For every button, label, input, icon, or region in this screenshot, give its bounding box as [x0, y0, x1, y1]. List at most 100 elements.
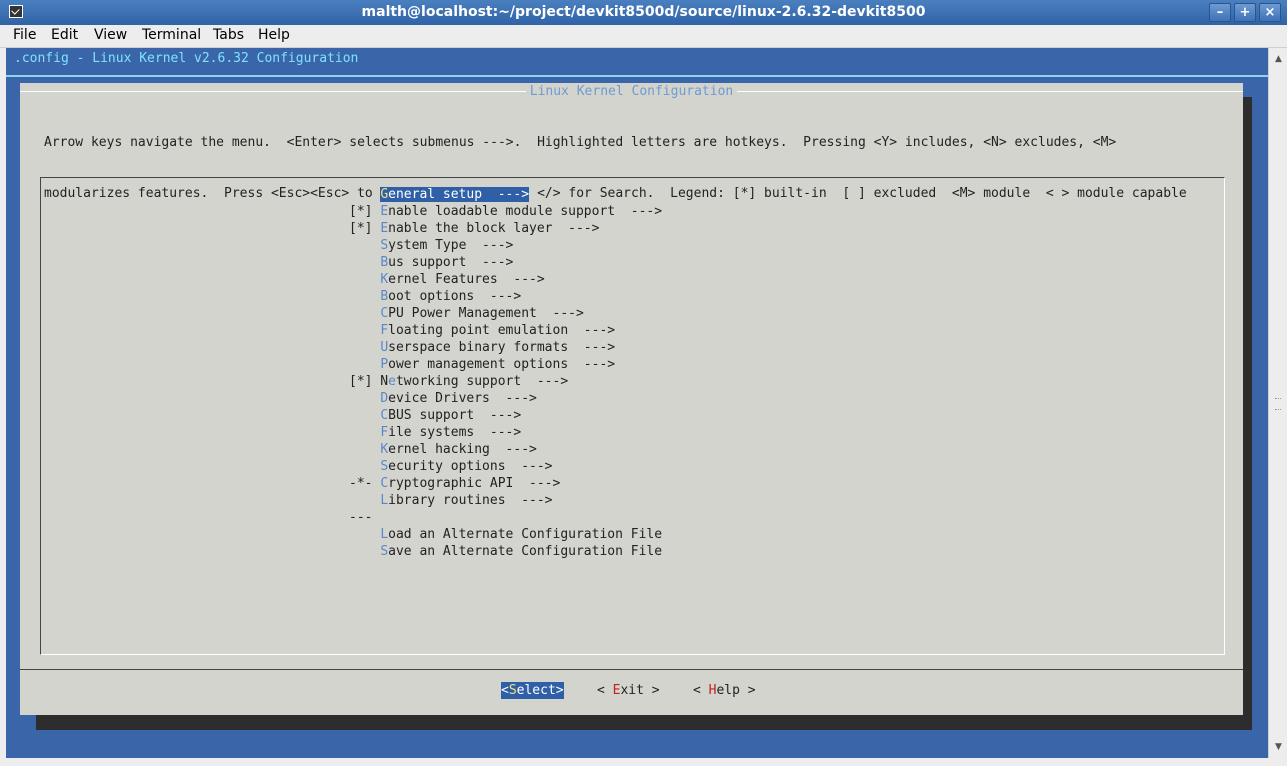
minimize-button[interactable]: –: [1209, 3, 1231, 22]
scroll-up-icon[interactable]: ▲: [1269, 52, 1287, 66]
menu-item-label: Save an Alternate Configuration File: [380, 544, 662, 559]
menu-item[interactable]: Load an Alternate Configuration File: [349, 526, 662, 543]
vertical-scrollbar[interactable]: ▲ ▼: [1268, 48, 1287, 758]
menu-item[interactable]: Save an Alternate Configuration File: [349, 543, 662, 560]
menu-item-text: eneral setup --->: [388, 187, 530, 202]
close-button[interactable]: ×: [1259, 3, 1281, 22]
menu-item-prefix: [349, 340, 380, 355]
menu-item-label: Enable loadable module support --->: [380, 204, 662, 219]
menu-item-prefix: [349, 425, 380, 440]
menu-terminal[interactable]: Terminal: [142, 27, 201, 43]
button-row: <Select> < Exit > < Help >: [20, 682, 1243, 699]
menu-item[interactable]: Userspace binary formats --->: [349, 339, 662, 356]
menu-item-text: oad an Alternate Configuration File: [388, 527, 663, 542]
menu-item[interactable]: CBUS support --->: [349, 407, 662, 424]
menu-item-label: Cryptographic API --->: [380, 476, 560, 491]
menu-item-prefix: [349, 306, 380, 321]
menu-item[interactable]: Power management options --->: [349, 356, 662, 373]
menu-item-prefix: [*] N: [349, 374, 389, 389]
menu-item-label: Device Drivers --->: [380, 391, 537, 406]
menu-item[interactable]: System Type --->: [349, 237, 662, 254]
menu-item[interactable]: Kernel hacking --->: [349, 441, 662, 458]
menu-item-hotkey: L: [380, 493, 389, 508]
menu-item-prefix: [349, 289, 380, 304]
menu-item-hotkey: E: [380, 221, 389, 236]
menu-item-label: CPU Power Management --->: [380, 306, 584, 321]
menu-item-prefix: [349, 442, 380, 457]
menu-item-hotkey: C: [380, 476, 389, 491]
menu-item-label: System Type --->: [380, 238, 513, 253]
menu-item-hotkey: S: [380, 459, 389, 474]
menu-item-text: tworking support --->: [395, 374, 569, 389]
menu-item-hotkey: S: [380, 238, 389, 253]
menu-item-prefix: [349, 391, 380, 406]
menu-item[interactable]: [*] Enable loadable module support --->: [349, 203, 662, 220]
header-rule: [6, 75, 1268, 77]
menu-item-hotkey: C: [380, 306, 389, 321]
menu-item-hotkey: C: [380, 408, 389, 423]
menu-item-prefix: [349, 544, 380, 559]
menu-item-hotkey: F: [380, 425, 389, 440]
menu-item-label: Kernel hacking --->: [380, 442, 537, 457]
menu-item-label: Library routines --->: [380, 493, 552, 508]
menu-list: General setup ---> [*] Enable loadable mo…: [349, 186, 662, 560]
menu-item-text: ystem Type --->: [388, 238, 514, 253]
menu-item-hotkey: E: [380, 204, 389, 219]
scroll-grip[interactable]: [1275, 398, 1281, 410]
maximize-button[interactable]: +: [1234, 3, 1256, 22]
menu-item[interactable]: [*] Networking support --->: [349, 373, 662, 390]
menu-item-hotkey: K: [380, 272, 389, 287]
menu-item[interactable]: Boot options --->: [349, 288, 662, 305]
menu-item-prefix: [349, 255, 380, 270]
menu-item-hotkey: F: [380, 323, 389, 338]
menu-item-hotkey: S: [380, 544, 389, 559]
select-button[interactable]: <Select>: [501, 682, 564, 699]
menu-item-text: nable loadable module support --->: [388, 204, 663, 219]
window-titlebar[interactable]: malth@localhost:~/project/devkit8500d/so…: [0, 0, 1287, 26]
menu-item-text: ernel hacking --->: [388, 442, 537, 457]
menu-item-prefix: [*]: [349, 221, 381, 236]
menu-item-label: General setup --->: [380, 187, 530, 202]
menu-help[interactable]: Help: [258, 27, 290, 43]
menu-item[interactable]: Floating point emulation --->: [349, 322, 662, 339]
menu-item[interactable]: -*- Cryptographic API --->: [349, 475, 662, 492]
menu-file[interactable]: File: [13, 27, 36, 43]
menu-item-prefix: -*-: [349, 476, 381, 491]
menu-item-prefix: [349, 493, 380, 508]
menu-item[interactable]: CPU Power Management --->: [349, 305, 662, 322]
menu-tabs[interactable]: Tabs: [213, 27, 244, 43]
menu-box: General setup ---> [*] Enable loadable mo…: [40, 177, 1225, 655]
terminal-area[interactable]: .config - Linux Kernel v2.6.32 Configura…: [6, 48, 1268, 758]
menu-item-label: Load an Alternate Configuration File: [380, 527, 662, 542]
menu-item-text: evice Drivers --->: [388, 391, 537, 406]
button-divider: [20, 669, 1243, 670]
menu-item-label: Security options --->: [380, 459, 552, 474]
menu-item[interactable]: Library routines --->: [349, 492, 662, 509]
menu-item-hotkey: P: [380, 357, 389, 372]
menu-item-label: etworking support --->: [388, 374, 568, 389]
menu-item-label: Floating point emulation --->: [380, 323, 615, 338]
menu-item[interactable]: Kernel Features --->: [349, 271, 662, 288]
menu-item-hotkey: G: [380, 187, 389, 202]
menu-item[interactable]: Bus support --->: [349, 254, 662, 271]
menu-view[interactable]: View: [94, 27, 127, 43]
menu-item-hotkey: B: [380, 255, 389, 270]
menu-item[interactable]: General setup --->: [349, 186, 662, 203]
help-button[interactable]: < Help >: [693, 682, 756, 699]
scroll-down-icon[interactable]: ▼: [1269, 740, 1287, 754]
menu-edit[interactable]: Edit: [51, 27, 78, 43]
menu-item-label: Boot options --->: [380, 289, 521, 304]
menu-item-text: BUS support --->: [388, 408, 522, 423]
menu-item-label: Power management options --->: [380, 357, 615, 372]
menu-item-prefix: [349, 408, 380, 423]
menu-item[interactable]: Security options --->: [349, 458, 662, 475]
menu-item-prefix: [349, 527, 380, 542]
menu-item-label: Userspace binary formats --->: [380, 340, 615, 355]
menu-item-label: CBUS support --->: [380, 408, 521, 423]
menu-item[interactable]: [*] Enable the block layer --->: [349, 220, 662, 237]
menu-item[interactable]: Device Drivers --->: [349, 390, 662, 407]
menu-item[interactable]: ---: [349, 509, 662, 526]
menu-item[interactable]: File systems --->: [349, 424, 662, 441]
menu-item-hotkey: K: [380, 442, 389, 457]
exit-button[interactable]: < Exit >: [597, 682, 660, 699]
